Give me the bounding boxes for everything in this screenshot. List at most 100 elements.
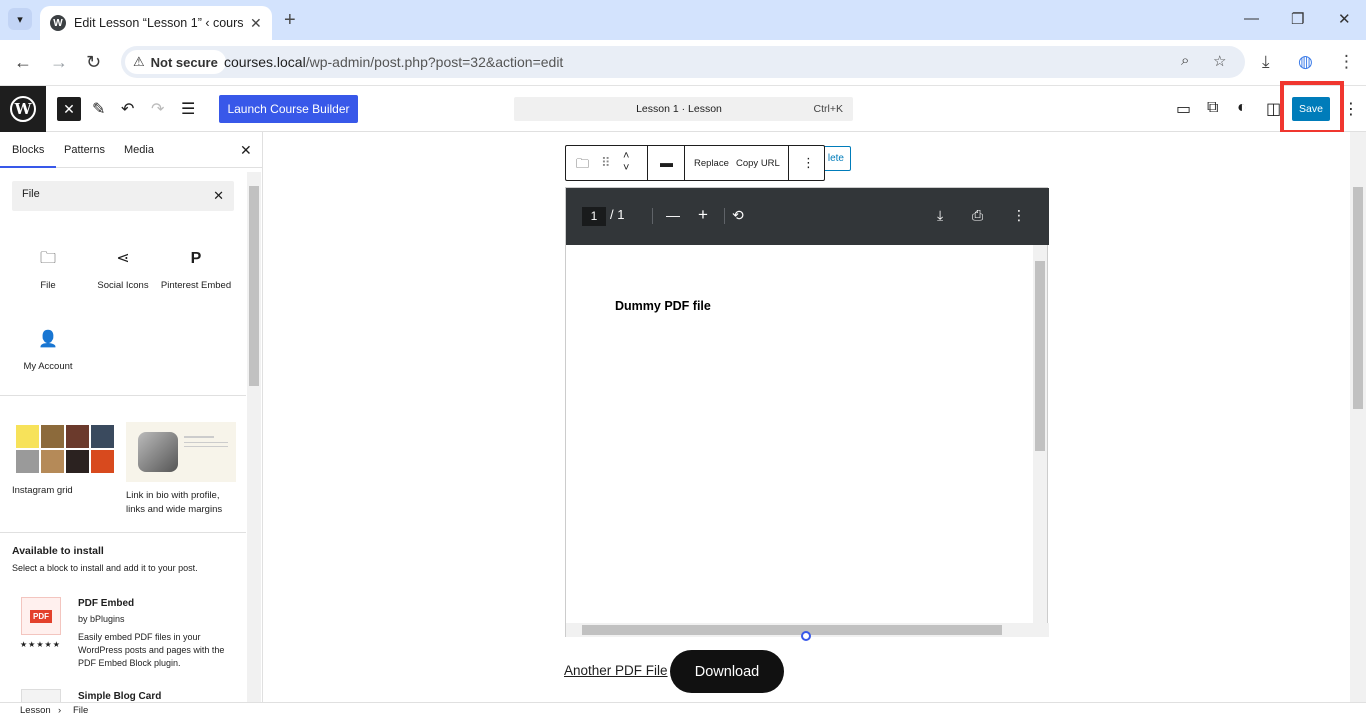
copy-url-button[interactable]: Copy URL: [736, 158, 780, 169]
pdf-page-total: / 1: [610, 207, 625, 222]
minimize-icon[interactable]: —: [1244, 10, 1259, 27]
folder-icon[interactable]: 🗀: [576, 155, 589, 177]
browser-tab[interactable]: W Edit Lesson “Lesson 1” ‹ courses ✕: [40, 6, 272, 40]
omnibox[interactable]: ⚠ Not secure courses.local/wp-admin/post…: [121, 46, 1245, 78]
close-icon[interactable]: ✕: [240, 142, 252, 159]
align-icon[interactable]: ▬: [660, 155, 673, 170]
pdf-page-input[interactable]: 1: [582, 207, 606, 226]
tab-search-button[interactable]: ▾: [8, 8, 32, 30]
resize-handle[interactable]: [801, 631, 811, 641]
device-preview-icon[interactable]: ▭: [1176, 99, 1191, 119]
options-icon[interactable]: ⋮: [1343, 99, 1359, 119]
block-pinterest-embed[interactable]: P Pinterest Embed: [160, 248, 232, 292]
extension-icon[interactable]: ◍: [1298, 52, 1313, 72]
pdf-heading: Dummy PDF file: [615, 299, 711, 313]
warning-icon: ⚠: [133, 54, 145, 69]
more-options-icon[interactable]: ⋮: [802, 155, 815, 171]
url-text[interactable]: courses.local/wp-admin/post.php?post=32&…: [224, 54, 563, 70]
breadcrumb: Lesson › File: [0, 702, 1366, 717]
pinterest-icon: P: [190, 250, 202, 267]
sidebar-scrollbar[interactable]: [247, 172, 261, 702]
block-label: Social Icons: [97, 280, 149, 291]
save-button[interactable]: Save: [1292, 97, 1330, 121]
clear-search-icon[interactable]: ✕: [213, 188, 224, 204]
pattern-label: Instagram grid: [12, 485, 73, 496]
pdf-embed: 1 / 1 — + ⟲ ⤓ ⎙ ⋮ Dummy PDF file: [565, 187, 1049, 637]
launch-course-builder-button[interactable]: Launch Course Builder: [219, 95, 358, 123]
menu-icon[interactable]: ⋮: [1338, 52, 1355, 72]
chevron-right-icon: ›: [58, 705, 62, 716]
block-inserter-panel: Blocks Patterns Media ✕ ✕ 🗀 File ⋖ Socia…: [0, 132, 263, 702]
zoom-icon[interactable]: ⌕: [1181, 52, 1189, 69]
pdf-page: Dummy PDF file: [568, 245, 1033, 625]
tab-close-icon[interactable]: ✕: [250, 15, 262, 32]
block-label: Pinterest Embed: [160, 280, 232, 291]
tab-media[interactable]: Media: [124, 144, 154, 156]
settings-sidebar-icon[interactable]: ◫: [1266, 99, 1281, 119]
forward-icon[interactable]: →: [50, 52, 68, 73]
translate-icon[interactable]: ◐: [1237, 99, 1247, 117]
plugin-author: by bPlugins: [78, 614, 125, 624]
block-social-icons[interactable]: ⋖ Social Icons: [87, 248, 159, 292]
pen-tool-icon[interactable]: ✎: [92, 99, 105, 119]
pdf-vertical-scrollbar[interactable]: [1033, 245, 1047, 623]
redo-icon[interactable]: ↷: [151, 99, 164, 119]
file-link[interactable]: Another PDF File: [564, 663, 668, 678]
view-post-icon[interactable]: ⧉: [1207, 99, 1218, 117]
print-icon[interactable]: ⎙: [972, 207, 983, 224]
plugin-name[interactable]: PDF Embed: [78, 598, 134, 609]
zoom-out-icon[interactable]: —: [666, 207, 680, 223]
new-tab-button[interactable]: +: [284, 9, 296, 32]
replace-button[interactable]: Replace: [694, 158, 729, 169]
tab-blocks[interactable]: Blocks: [0, 144, 57, 168]
download-icon[interactable]: ⤓: [1262, 52, 1270, 72]
breadcrumb-item[interactable]: Lesson: [20, 705, 51, 716]
pdf-menu-icon[interactable]: ⋮: [1012, 207, 1026, 224]
block-search: ✕: [12, 181, 234, 211]
wordpress-logo[interactable]: W: [0, 86, 46, 132]
zoom-in-icon[interactable]: +: [698, 205, 708, 225]
tab-patterns[interactable]: Patterns: [64, 144, 105, 156]
block-search-input[interactable]: [22, 188, 202, 200]
command-palette-bar[interactable]: Lesson 1 · Lesson Ctrl+K: [514, 97, 853, 121]
block-my-account[interactable]: 👤 My Account: [12, 329, 84, 373]
rating-stars: ★★★★★: [20, 640, 61, 649]
pattern-label: Link in bio with profile, links and wide…: [126, 490, 223, 515]
move-up-down-icon[interactable]: ˄ ˅: [623, 150, 629, 174]
download-button[interactable]: Download: [670, 650, 784, 693]
reload-icon[interactable]: ↻: [86, 52, 101, 73]
block-label: My Account: [23, 361, 73, 372]
back-icon[interactable]: ←: [14, 52, 32, 73]
divider: [0, 532, 246, 533]
restore-icon[interactable]: ❐: [1291, 10, 1304, 28]
instagram-grid-preview[interactable]: [16, 425, 117, 473]
available-title: Available to install: [12, 545, 104, 557]
block-toolbar: 🗀 ⠿ ˄ ˅ ▬ Replace Copy URL ⋮: [565, 145, 825, 181]
command-shortcut: Ctrl+K: [813, 103, 843, 115]
drag-handle-icon[interactable]: ⠿: [601, 155, 611, 171]
simple-blog-card-plugin-icon[interactable]: [21, 689, 61, 702]
link-in-bio-preview[interactable]: [126, 422, 236, 482]
breadcrumb-item[interactable]: File: [73, 705, 88, 716]
pdf-download-icon[interactable]: ⤓: [937, 207, 943, 224]
document-overview-icon[interactable]: ☰: [181, 99, 195, 119]
star-icon[interactable]: ☆: [1213, 52, 1226, 70]
security-chip[interactable]: ⚠ Not secure: [125, 50, 226, 74]
document-title: Lesson 1 · Lesson: [636, 103, 722, 115]
window-close-icon[interactable]: ✕: [1338, 10, 1351, 28]
folder-icon: 🗀: [39, 250, 56, 267]
plugin-name[interactable]: Simple Blog Card: [78, 691, 161, 702]
tab-title: Edit Lesson “Lesson 1” ‹ courses: [74, 16, 244, 30]
share-icon: ⋖: [116, 250, 130, 267]
pdf-embed-plugin-icon[interactable]: PDF: [21, 597, 61, 635]
toggle-inserter-button[interactable]: ✕: [57, 97, 81, 121]
editor-canvas: lete 🗀 ⠿ ˄ ˅ ▬ Replace Copy URL ⋮ 1 / 1 —…: [264, 132, 1350, 702]
preview-photo: [138, 432, 178, 472]
rotate-icon[interactable]: ⟲: [732, 207, 744, 224]
canvas-scrollbar[interactable]: [1350, 132, 1366, 702]
divider: [0, 395, 246, 396]
block-file[interactable]: 🗀 File: [12, 248, 84, 292]
browser-tab-strip: ▾ W Edit Lesson “Lesson 1” ‹ courses ✕ +…: [0, 0, 1366, 40]
undo-icon[interactable]: ↶: [121, 99, 134, 119]
pdf-toolbar: 1 / 1 — + ⟲ ⤓ ⎙ ⋮: [566, 188, 1049, 245]
